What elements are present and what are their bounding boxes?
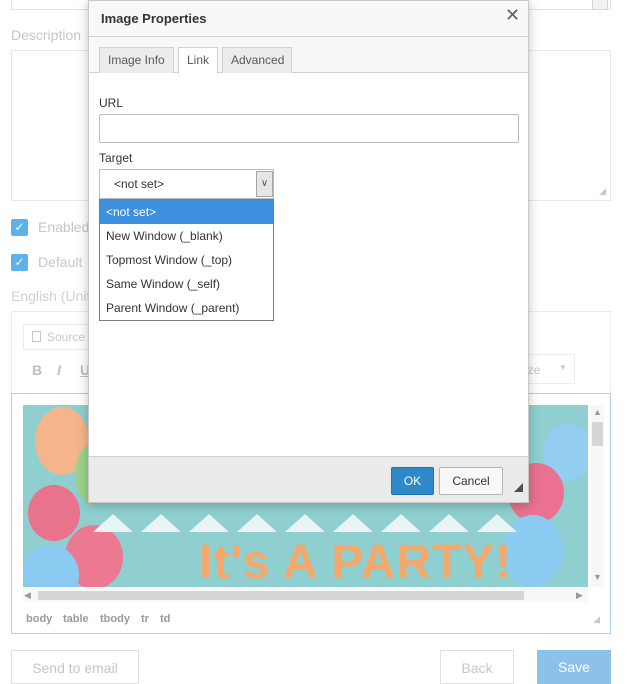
target-option[interactable]: New Window (_blank) <box>100 224 273 248</box>
target-option[interactable]: Topmost Window (_top) <box>100 248 273 272</box>
url-label: URL <box>99 96 124 110</box>
target-label: Target <box>99 151 133 165</box>
send-to-email-button[interactable]: Send to email <box>11 650 139 684</box>
source-label: Source <box>47 330 86 344</box>
dialog-footer: OK Cancel <box>89 456 528 502</box>
scroll-left-icon[interactable]: ◀ <box>24 590 31 601</box>
target-options-list: <not set> New Window (_blank) Topmost Wi… <box>99 199 274 321</box>
vertical-scroll-thumb[interactable] <box>592 422 603 446</box>
target-select[interactable]: <not set> ∨ <box>99 169 274 199</box>
resize-grip-icon[interactable]: ◢ <box>599 186 606 197</box>
path-item-body[interactable]: body <box>26 613 52 625</box>
target-option[interactable]: Parent Window (_parent) <box>100 296 273 320</box>
caret-down-icon: ▼ <box>559 363 567 372</box>
ok-button[interactable]: OK <box>391 467 434 495</box>
tab-advanced[interactable]: Advanced <box>222 47 292 73</box>
dialog-title: Image Properties <box>101 11 207 26</box>
path-item-td[interactable]: td <box>160 613 170 625</box>
language-label: English (Unit <box>11 288 91 304</box>
description-label: Description <box>11 27 82 43</box>
target-option[interactable]: <not set> <box>100 200 273 224</box>
bunting-garland <box>93 514 517 532</box>
dialog-header: Image Properties ✕ <box>89 1 528 37</box>
cancel-button[interactable]: Cancel <box>439 467 503 495</box>
editor-resize-icon[interactable]: ◢ <box>593 614 600 625</box>
default-checkbox[interactable]: ✓ <box>11 254 28 271</box>
scroll-right-icon[interactable]: ▶ <box>576 590 583 601</box>
target-option[interactable]: Same Window (_self) <box>100 272 273 296</box>
scroll-up-icon[interactable]: ▲ <box>593 407 602 417</box>
back-button[interactable]: Back <box>440 650 514 684</box>
bold-button[interactable]: B <box>32 362 42 378</box>
dialog-tabs: Image Info Link Advanced <box>89 37 528 74</box>
tab-image-info[interactable]: Image Info <box>99 47 174 73</box>
italic-button[interactable]: I <box>57 362 61 378</box>
close-icon[interactable]: ✕ <box>505 5 520 26</box>
path-item-tr[interactable]: tr <box>141 613 149 625</box>
save-button[interactable]: Save <box>537 650 611 684</box>
target-selected-value: <not set> <box>114 177 165 191</box>
source-icon <box>32 331 41 342</box>
image-properties-dialog: Image Properties ✕ Image Info Link Advan… <box>88 0 529 503</box>
url-input[interactable] <box>99 114 519 143</box>
default-label: Default <box>38 254 83 270</box>
path-item-table[interactable]: table <box>63 613 89 625</box>
party-text: It's A PARTY! <box>199 536 513 587</box>
enabled-checkbox[interactable]: ✓ <box>11 219 28 236</box>
path-item-tbody[interactable]: tbody <box>100 613 130 625</box>
top-scrollbar[interactable] <box>592 0 608 10</box>
tab-link[interactable]: Link <box>178 47 218 74</box>
scroll-down-icon[interactable]: ▼ <box>593 572 602 582</box>
chevron-down-icon[interactable]: ∨ <box>256 171 273 197</box>
horizontal-scroll-thumb[interactable] <box>38 591 524 600</box>
enabled-label: Enabled <box>38 219 90 235</box>
dialog-resize-icon[interactable] <box>514 483 523 492</box>
